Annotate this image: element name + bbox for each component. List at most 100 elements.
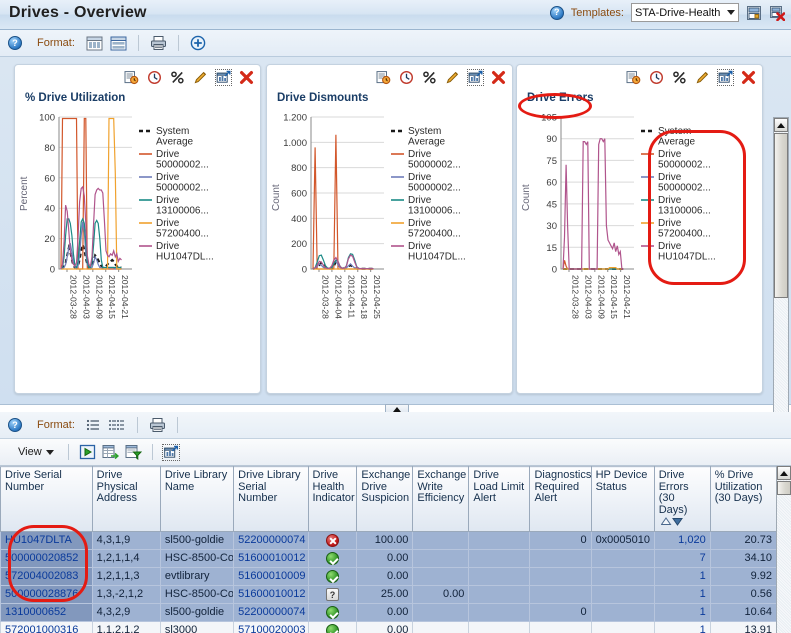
scroll-up-icon[interactable] [774,118,788,132]
chart-plot-drive-utilization[interactable]: 0 20 40 60 80 100 Percent 2012-03-28 2012-04-03 2… [15,109,260,389]
edit-icon[interactable] [445,70,460,85]
cell-drive-serial-number-link[interactable]: 1310000652 [5,606,66,618]
col-exchange-write-efficiency[interactable]: Exchange Write Efficiency [412,466,470,532]
add-chart-icon[interactable] [190,35,206,51]
cell-drive-errors[interactable]: 1 [653,584,711,604]
charts-scrollbar[interactable] [773,117,789,457]
chart-plot-drive-errors[interactable]: 0 15 30 45 60 75 90 105 Count 2012-03-28 2012-04-0… [517,109,762,389]
col-drive-serial-number[interactable]: Drive Serial Number [0,466,93,532]
cell-drive-serial-number-link[interactable]: 500000028876 [5,588,78,600]
run-report-icon[interactable] [79,444,96,460]
col-drive-physical-address[interactable]: Drive Physical Address [91,466,161,532]
cell-drive-errors[interactable]: 1 [653,566,711,586]
table-row[interactable]: HU1047DLTA 4,3,1,9 sl500-goldie 52200000074… [0,530,778,550]
cell-drive-errors[interactable]: 1 [653,602,711,622]
col-drive-library-serial-number[interactable]: Drive Library Serial Number [233,466,309,532]
print-icon[interactable] [150,35,167,51]
col-drive-health-indicator[interactable]: Drive Health Indicator [307,466,358,532]
time-range-icon[interactable] [649,70,664,85]
sort-indicator-icon[interactable] [660,516,683,526]
format-list-icon[interactable] [86,418,101,432]
view-menu-button[interactable]: View [14,444,58,460]
format-detail-icon[interactable] [108,418,126,432]
cell-drive-library-serial-number-link[interactable]: 51600010012 [238,552,305,564]
scrollbar-thumb[interactable] [777,481,791,495]
cell-drive-errors[interactable]: 7 [653,548,711,568]
cell-drive-library-serial-number[interactable]: 51600010012 [233,584,309,604]
scrollbar-thumb[interactable] [774,133,788,298]
cell-drive-library-serial-number-link[interactable]: 52200000074 [238,606,305,618]
delete-template-icon[interactable] [769,5,785,21]
percent-icon[interactable] [672,70,687,85]
cell-drive-library-serial-number[interactable]: 52200000074 [233,602,309,622]
templates-dropdown[interactable]: STA-Drive-Health [631,3,739,22]
cell-drive-library-serial-number[interactable]: 51600010009 [233,566,309,586]
drives-table-container[interactable]: Drive Serial Number Drive Physical Addres… [0,466,791,633]
cell-drive-library-serial-number-link[interactable]: 51600010009 [238,570,305,582]
table-row[interactable]: 572004002083 1,2,1,1,3 evtlibrary 516000100… [0,566,778,586]
cell-drive-library-serial-number-link[interactable]: 52200000074 [238,534,305,546]
cell-drive-serial-number[interactable]: HU1047DLTA [0,530,93,550]
col-drive-errors-30-days[interactable]: Drive Errors (30 Days) [653,466,711,532]
col-hp-device-status[interactable]: HP Device Status [590,466,655,532]
percent-icon[interactable] [170,70,185,85]
schedule-report-icon[interactable] [376,70,391,85]
cell-drive-errors-link[interactable]: 1 [700,570,706,582]
cell-drive-serial-number[interactable]: 1310000652 [0,602,93,622]
edit-icon[interactable] [695,70,710,85]
cell-drive-serial-number[interactable]: 500000028876 [0,584,93,604]
time-range-icon[interactable] [147,70,162,85]
col-drive-library-name[interactable]: Drive Library Name [159,466,235,532]
chart-plot-drive-dismounts[interactable]: 0 200 400 600 800 1.000 1.200 Count 2012-03-28 20… [267,109,512,389]
cell-drive-serial-number-link[interactable]: HU1047DLTA [5,534,72,546]
cell-drive-library-serial-number[interactable]: 52200000074 [233,530,309,550]
table-scrollbar[interactable] [776,466,791,633]
detach-chart-icon[interactable] [215,69,232,86]
col-drive-utilization-30-days[interactable]: % Drive Utilization (30 Days) [709,466,778,532]
format-stack-icon[interactable] [110,36,127,51]
col-drive-load-limit-alert[interactable]: Drive Load Limit Alert [468,466,531,532]
export-excel-icon[interactable] [102,444,119,460]
schedule-report-icon[interactable] [626,70,641,85]
cell-drive-errors-link[interactable]: 1 [700,624,706,633]
scroll-up-icon[interactable] [777,466,791,480]
cell-drive-serial-number[interactable]: 500000020852 [0,548,93,568]
save-template-icon[interactable] [746,5,762,21]
close-icon[interactable] [741,70,756,85]
table-row[interactable]: 500000020852 1,2,1,1,4 HSC-8500-Co 51600010… [0,548,778,568]
table-row[interactable]: 500000028876 1,3,-2,1,2 HSC-8500-Co 5160001… [0,584,778,604]
filter-icon[interactable] [125,444,142,460]
cell-drive-errors[interactable]: 1,020 [653,530,711,550]
cell-drive-library-serial-number-link[interactable]: 57100020003 [238,624,305,633]
cell-drive-serial-number[interactable]: 572004002083 [0,566,93,586]
edit-icon[interactable] [193,70,208,85]
time-range-icon[interactable] [399,70,414,85]
print-icon[interactable] [149,417,166,433]
cell-drive-library-serial-number-link[interactable]: 51600010012 [238,588,305,600]
cell-drive-errors-link[interactable]: 1 [700,588,706,600]
cell-drive-errors-link[interactable]: 1,020 [678,534,706,546]
cell-drive-serial-number-link[interactable]: 572004002083 [5,570,78,582]
help-icon[interactable]: ? [8,418,22,432]
schedule-report-icon[interactable] [124,70,139,85]
detach-chart-icon[interactable] [467,69,484,86]
close-icon[interactable] [239,70,254,85]
col-exchange-drive-suspicion[interactable]: Exchange Drive Suspicion [356,466,414,532]
cell-drive-errors-link[interactable]: 7 [700,552,706,564]
close-icon[interactable] [491,70,506,85]
format-grid-icon[interactable] [86,36,103,51]
detach-chart-icon[interactable] [717,69,734,86]
cell-drive-serial-number-link[interactable]: 572001000316 [5,624,78,633]
cell-drive-library-serial-number[interactable]: 51600010012 [233,548,309,568]
cell-drive-serial-number-link[interactable]: 500000020852 [5,552,78,564]
cell-drive-errors-link[interactable]: 1 [700,606,706,618]
help-icon[interactable]: ? [549,5,564,20]
cell-drive-serial-number[interactable]: 572001000316 [0,620,93,633]
cell-drive-library-serial-number[interactable]: 57100020003 [233,620,309,633]
help-icon[interactable]: ? [8,36,22,50]
cell-drive-errors[interactable]: 1 [653,620,711,633]
percent-icon[interactable] [422,70,437,85]
table-row[interactable]: 572001000316 1,1,2,1,2 sl3000 57100020003 0.… [0,620,778,633]
col-diagnostics-required-alert[interactable]: Diagnostics Required Alert [529,466,592,532]
table-row[interactable]: 1310000652 4,3,2,9 sl500-goldie 52200000074… [0,602,778,622]
